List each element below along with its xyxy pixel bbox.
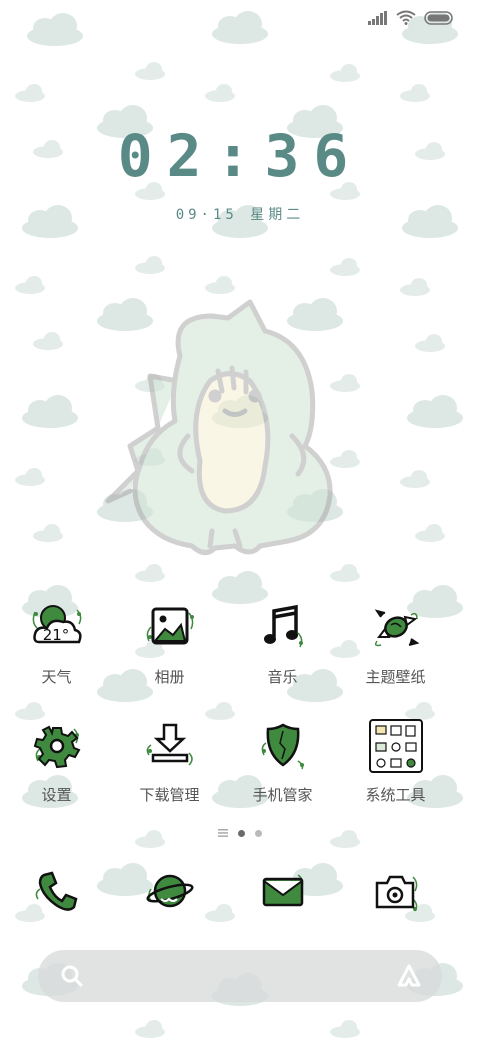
page-dot-1[interactable] xyxy=(238,829,245,837)
page-dot-2[interactable] xyxy=(255,829,262,837)
security-icon xyxy=(261,723,304,770)
settings-icon xyxy=(33,725,80,769)
app-row-1: 21° 天气 相册 音乐 主题壁纸 xyxy=(0,598,480,687)
page-indicator[interactable] xyxy=(0,829,480,837)
music-icon xyxy=(263,604,303,648)
messages-icon xyxy=(262,874,303,907)
app-gallery[interactable]: 相册 xyxy=(113,598,226,687)
app-label-phone-manager: 手机管家 xyxy=(252,786,313,804)
weather-icon: 21° xyxy=(32,605,82,644)
phone-icon xyxy=(35,871,77,911)
app-download-manager[interactable]: 下载管理 xyxy=(113,716,226,805)
dinosaur-mascot-illustration xyxy=(105,299,333,555)
status-bar xyxy=(368,10,454,25)
assistant-icon[interactable] xyxy=(396,963,422,989)
app-settings[interactable]: 设置 xyxy=(0,716,113,805)
app-label-theme: 主题壁纸 xyxy=(365,668,426,686)
app-system-tools[interactable]: 系统工具 xyxy=(339,716,452,805)
search-bar[interactable] xyxy=(38,950,442,1002)
dock-phone[interactable] xyxy=(0,862,113,922)
app-label-system-tools: 系统工具 xyxy=(365,786,426,804)
dock-camera[interactable] xyxy=(339,862,452,922)
dock xyxy=(0,862,480,922)
app-music[interactable]: 音乐 xyxy=(226,598,339,687)
weather-temperature: 21° xyxy=(42,626,69,644)
theme-icon xyxy=(374,609,419,647)
app-label-gallery: 相册 xyxy=(154,668,185,686)
app-weather[interactable]: 21° 天气 xyxy=(0,598,113,687)
dock-browser[interactable] xyxy=(113,862,226,922)
gallery-icon xyxy=(146,607,194,645)
lock-clock: 02:36 xyxy=(117,122,363,190)
app-row-2: 设置 下载管理 手机管家 系统工具 xyxy=(0,716,480,805)
battery-icon xyxy=(424,10,453,25)
search-icon[interactable] xyxy=(60,964,84,988)
app-theme-wallpaper[interactable]: 主题壁纸 xyxy=(339,598,452,687)
app-label-weather: 天气 xyxy=(41,668,72,686)
app-label-music: 音乐 xyxy=(267,668,298,686)
app-label-settings: 设置 xyxy=(41,786,72,804)
dock-messages[interactable] xyxy=(226,862,339,922)
app-label-download: 下载管理 xyxy=(139,786,200,804)
app-phone-manager[interactable]: 手机管家 xyxy=(226,716,339,805)
tools-icon xyxy=(368,719,423,773)
wifi-icon xyxy=(396,10,416,25)
list-view-icon[interactable] xyxy=(218,829,228,837)
browser-icon xyxy=(145,874,194,908)
download-icon xyxy=(146,723,193,766)
camera-icon xyxy=(375,875,417,912)
signal-icon xyxy=(368,10,387,25)
lock-date: 09·15 星期二 xyxy=(175,207,305,223)
